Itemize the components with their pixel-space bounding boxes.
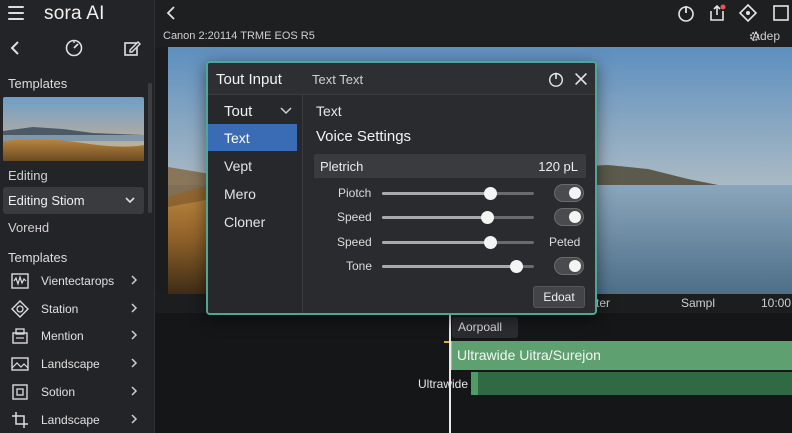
diamond-icon[interactable] <box>738 3 758 23</box>
sidebar-item-sotion[interactable]: Sotion <box>0 380 150 404</box>
clip-label-chip[interactable]: Aorpoall <box>452 317 518 338</box>
playhead[interactable] <box>449 296 451 433</box>
power-icon[interactable] <box>547 70 565 88</box>
chevron-right-icon <box>131 386 138 396</box>
dialog-nav: Tout Text Vept Mero Cloner <box>208 95 303 313</box>
sidebar-item-landscape[interactable]: Landscape <box>0 352 150 376</box>
pitch-label: Pletrich <box>320 159 364 174</box>
back-icon[interactable] <box>165 4 177 22</box>
sidebar-actions <box>0 33 155 63</box>
editing-select-value: Editing Stiom <box>8 193 85 208</box>
control-label: Piotch <box>338 186 372 200</box>
chevron-down-icon <box>125 197 135 204</box>
chevron-right-icon <box>131 275 138 285</box>
body-text: Text <box>316 103 342 119</box>
sotion-icon <box>12 384 28 400</box>
top-toolbar <box>155 0 792 27</box>
app-brand: sora AI <box>44 3 105 24</box>
preview-label-mid: Sampl <box>681 296 716 310</box>
share-icon[interactable] <box>707 3 727 23</box>
crop-icon <box>12 412 28 428</box>
sidebar-item-landscape-2[interactable]: Landscape <box>0 408 150 432</box>
control-label: Speed <box>337 210 372 224</box>
chevron-right-icon <box>131 414 138 424</box>
preview-time: 10:00 <box>761 296 792 310</box>
control-label: Speed <box>337 235 372 249</box>
speed-slider[interactable] <box>382 211 534 224</box>
speed-toggle[interactable] <box>554 208 584 226</box>
control-label: Tone <box>346 259 373 273</box>
sidebar-header: sora AI <box>0 0 155 27</box>
templates-title: Templates <box>8 76 68 91</box>
sidebar-item-mention[interactable]: Mention <box>0 324 150 348</box>
window-icon[interactable] <box>771 3 791 23</box>
sidebar-item-label: Landscape <box>41 357 100 371</box>
nav-item-text[interactable]: Text <box>208 124 297 151</box>
chevron-right-icon <box>131 358 138 368</box>
tone-slider[interactable] <box>382 260 534 273</box>
chevron-right-icon <box>131 303 138 313</box>
sidebar: sora AI Templates Editing Editing Stiom … <box>0 0 155 433</box>
sidebar-item-label: Sotion <box>41 385 76 399</box>
edit-icon[interactable] <box>121 37 143 59</box>
dialog-body: Text Voice Settings Pletrich 120 pL Piot… <box>304 95 595 313</box>
speed-dial-icon[interactable] <box>63 37 85 59</box>
station-icon <box>11 300 29 318</box>
templates-title-2: Templates <box>8 250 68 265</box>
menu-icon[interactable] <box>8 6 24 20</box>
chevron-down-icon[interactable] <box>279 105 293 115</box>
pitch-value: 120 pL <box>538 159 578 174</box>
sidebar-item-label: Mention <box>41 329 84 343</box>
preview-label-left: ter <box>596 296 611 310</box>
adep-label[interactable]: Adep <box>752 29 780 43</box>
sidebar-item-vientectarops[interactable]: Vientectarops <box>0 269 150 293</box>
clip-a-label: Ultrawide Uitra/Surejon <box>457 347 601 363</box>
landscape-icon <box>11 357 29 371</box>
dialog-header: Tout Input Text Text <box>208 63 595 95</box>
media-info-bar: Canon 2:20114 TRME EOS R5 Adep <box>155 27 792 47</box>
clip-b-handle[interactable] <box>471 372 478 395</box>
piotch-toggle[interactable] <box>554 184 584 202</box>
nav-heading[interactable]: Tout <box>224 103 252 120</box>
speed-value: Peted <box>549 235 581 249</box>
piotch-slider[interactable] <box>382 187 534 200</box>
editing-select[interactable]: Editing Stiom <box>3 187 144 214</box>
timeline-clip-b[interactable] <box>471 372 792 395</box>
dialog-subtitle: Text Text <box>312 72 364 87</box>
waveform-icon <box>11 273 29 289</box>
clip-b-label: Ultrawide <box>418 377 469 391</box>
sidebar-item-label: Vientectarops <box>41 274 115 288</box>
voice-settings-heading: Voice Settings <box>316 128 412 145</box>
editing-label: Editing <box>8 168 48 183</box>
tout-input-dialog: Tout Input Text Text Tout Text Vept Mero… <box>206 61 597 315</box>
sidebar-item-label: Station <box>41 302 79 316</box>
chevron-right-icon <box>131 330 138 340</box>
sidebar-item-label: Landscape <box>41 413 100 427</box>
timeline-clip-a[interactable]: Ultrawide Uitra/Surejon <box>449 341 792 370</box>
template-thumbnail[interactable] <box>3 97 144 161</box>
edit-button[interactable]: Edoat <box>533 286 585 308</box>
camera-info: Canon 2:20114 TRME EOS R5 <box>163 30 315 42</box>
sidebar-scrollbar[interactable] <box>148 83 152 213</box>
voreed-label: Voreнd <box>8 220 50 235</box>
power-icon[interactable] <box>676 3 696 23</box>
nav-item-vept[interactable]: Vept <box>208 152 297 179</box>
mention-icon <box>12 328 28 344</box>
back-icon[interactable] <box>4 37 26 59</box>
close-icon[interactable] <box>572 70 590 88</box>
sidebar-item-station[interactable]: Station <box>0 297 150 321</box>
pitch-field[interactable]: Pletrich 120 pL <box>314 154 586 178</box>
nav-item-mero[interactable]: Mero <box>208 180 297 207</box>
tone-toggle[interactable] <box>554 257 584 275</box>
dialog-title: Tout Input <box>216 71 282 88</box>
nav-item-cloner[interactable]: Cloner <box>208 208 297 235</box>
speed-slider-2[interactable] <box>382 236 534 249</box>
